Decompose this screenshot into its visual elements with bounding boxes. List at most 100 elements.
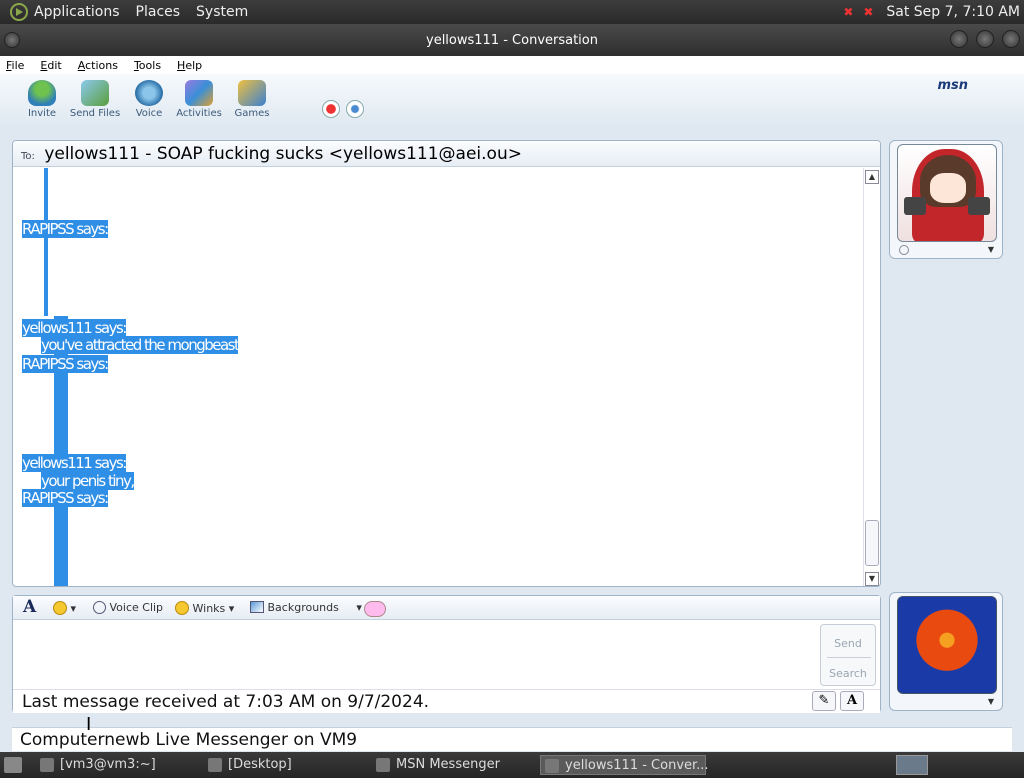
window-titlebar[interactable]: yellows111 - Conversation [0, 24, 1024, 56]
emoticon-button[interactable]: ▾ [53, 601, 76, 615]
divider [827, 657, 871, 658]
invite-icon [28, 80, 56, 106]
menu-edit[interactable]: Edit [40, 59, 61, 72]
menu-file[interactable]: File [6, 59, 24, 72]
task-terminal[interactable]: [vm3@vm3:~] [36, 755, 196, 775]
avatar-gun [904, 197, 926, 215]
system-tray: ✖ ✖ Sat Sep 7, 7:10 AM [840, 0, 1020, 24]
close-button[interactable] [1002, 30, 1020, 48]
places-menu[interactable]: Places [136, 4, 181, 20]
ibeam-cursor-icon: I [86, 714, 92, 735]
conversation-icon [545, 759, 559, 773]
my-avatar-panel: ▼ [889, 592, 1003, 711]
voice-icon [135, 80, 163, 106]
toolbar: Invite Send Files Voice Activities Games [0, 74, 1024, 132]
send-files-label: Send Files [69, 108, 121, 119]
task-conversation[interactable]: yellows111 - Conver... [540, 755, 709, 775]
text-mode-button[interactable]: A [840, 691, 864, 711]
to-contact[interactable]: yellows111 - SOAP fucking sucks <yellows… [44, 144, 522, 164]
send-files-button[interactable]: Send Files [65, 80, 125, 119]
games-label: Games [234, 108, 270, 119]
task-label: [vm3@vm3:~] [60, 757, 156, 772]
message-line: your penis tiny, [41, 472, 135, 490]
invite-button[interactable]: Invite [12, 80, 72, 119]
window-controls [950, 30, 1020, 48]
message-input[interactable] [13, 621, 813, 691]
voice-clip-icon [93, 601, 106, 614]
winks-button[interactable]: Winks ▾ [175, 601, 234, 615]
scroll-thumb[interactable] [865, 520, 879, 566]
activities-label: Activities [176, 108, 222, 119]
applications-menu[interactable]: Applications [34, 4, 120, 20]
history-scrollbar[interactable]: ▲ ▼ [863, 168, 880, 586]
voice-label: Voice [135, 108, 163, 119]
msn-logo: msn [937, 78, 968, 93]
font-button[interactable]: A [23, 597, 36, 617]
send-files-icon [81, 80, 109, 106]
task-desktop[interactable]: [Desktop] [204, 755, 364, 775]
scroll-up-icon[interactable]: ▲ [865, 170, 879, 184]
last-message-status: Last message received at 7:03 AM on 9/7/… [13, 689, 880, 713]
task-msn-messenger[interactable]: MSN Messenger [372, 755, 532, 775]
backgrounds-button[interactable]: Backgrounds ▾ [250, 601, 362, 614]
menu-help[interactable]: Help [177, 59, 202, 72]
window-title: yellows111 - Conversation [426, 32, 598, 48]
format-bar: A ▾ Voice Clip Winks ▾ Backgrounds ▾ [13, 596, 880, 620]
message-line: you've attracted the mongbeast [41, 336, 240, 354]
games-icon [238, 80, 266, 106]
maximize-button[interactable] [976, 30, 994, 48]
menu-actions[interactable]: Actions [78, 59, 118, 72]
task-label: [Desktop] [228, 757, 292, 772]
terminal-icon [40, 758, 54, 772]
top-panel: Applications Places System ✖ ✖ Sat Sep 7… [0, 0, 1024, 24]
contact-avatar-panel: ▼ [889, 140, 1003, 259]
task-label: MSN Messenger [396, 757, 500, 772]
message-line: yellows111 says: [22, 319, 127, 337]
system-menu[interactable]: System [196, 4, 248, 20]
network-disconnected-icon-2[interactable]: ✖ [860, 4, 876, 20]
menu-tools[interactable]: Tools [134, 59, 161, 72]
compose-panel: A ▾ Voice Clip Winks ▾ Backgrounds ▾ Sen… [12, 595, 881, 713]
screen: Applications Places System ✖ ✖ Sat Sep 7… [0, 0, 1024, 778]
window-status-bar: Computernewb Live Messenger on VM9 [12, 727, 1012, 751]
window-menu-button[interactable] [4, 32, 20, 48]
invite-label: Invite [27, 108, 57, 119]
toolbar-mini-buttons [322, 100, 364, 118]
workspace-switcher[interactable] [896, 755, 928, 775]
folder-icon [208, 758, 222, 772]
gnome-foot-icon[interactable] [10, 3, 28, 21]
games-button[interactable]: Games [222, 80, 282, 119]
block-icon[interactable] [322, 100, 340, 118]
webcam-icon[interactable] [899, 245, 909, 255]
voice-clip-button[interactable]: Voice Clip [93, 601, 163, 614]
chevron-down-icon[interactable]: ▼ [988, 697, 994, 706]
handwriting-icon[interactable]: ✎ [812, 691, 836, 711]
paint-icon[interactable] [346, 100, 364, 118]
avatar-gun [968, 197, 990, 215]
conversation-window: File Edit Actions Tools Help Invite Send… [0, 56, 1024, 752]
search-button[interactable]: Search [821, 667, 875, 680]
show-desktop-icon[interactable] [4, 757, 22, 773]
task-label: yellows111 - Conver... [565, 758, 709, 773]
chevron-down-icon[interactable]: ▼ [988, 245, 994, 254]
backgrounds-icon [250, 601, 264, 613]
taskbar: [vm3@vm3:~] [Desktop] MSN Messenger yell… [0, 752, 1024, 778]
scroll-down-icon[interactable]: ▼ [865, 572, 879, 586]
menubar: File Edit Actions Tools Help [0, 56, 1024, 74]
message-line: RAPIPSS says: [22, 489, 109, 507]
nudge-button[interactable] [364, 601, 386, 617]
activities-icon [185, 80, 213, 106]
activities-button[interactable]: Activities [169, 80, 229, 119]
message-line: RAPIPSS says: [22, 355, 109, 373]
winks-icon [175, 601, 189, 615]
network-disconnected-icon[interactable]: ✖ [840, 4, 856, 20]
message-history[interactable]: RAPIPSS says: yellows111 says: you've at… [13, 168, 863, 586]
my-avatar[interactable] [897, 596, 997, 694]
to-label: To: [21, 151, 35, 162]
winks-label: Winks [192, 602, 226, 615]
clock[interactable]: Sat Sep 7, 7:10 AM [886, 4, 1020, 20]
minimize-button[interactable] [950, 30, 968, 48]
contact-avatar[interactable] [897, 144, 997, 242]
send-box: Send Search [820, 624, 876, 686]
send-button[interactable]: Send [821, 637, 875, 650]
